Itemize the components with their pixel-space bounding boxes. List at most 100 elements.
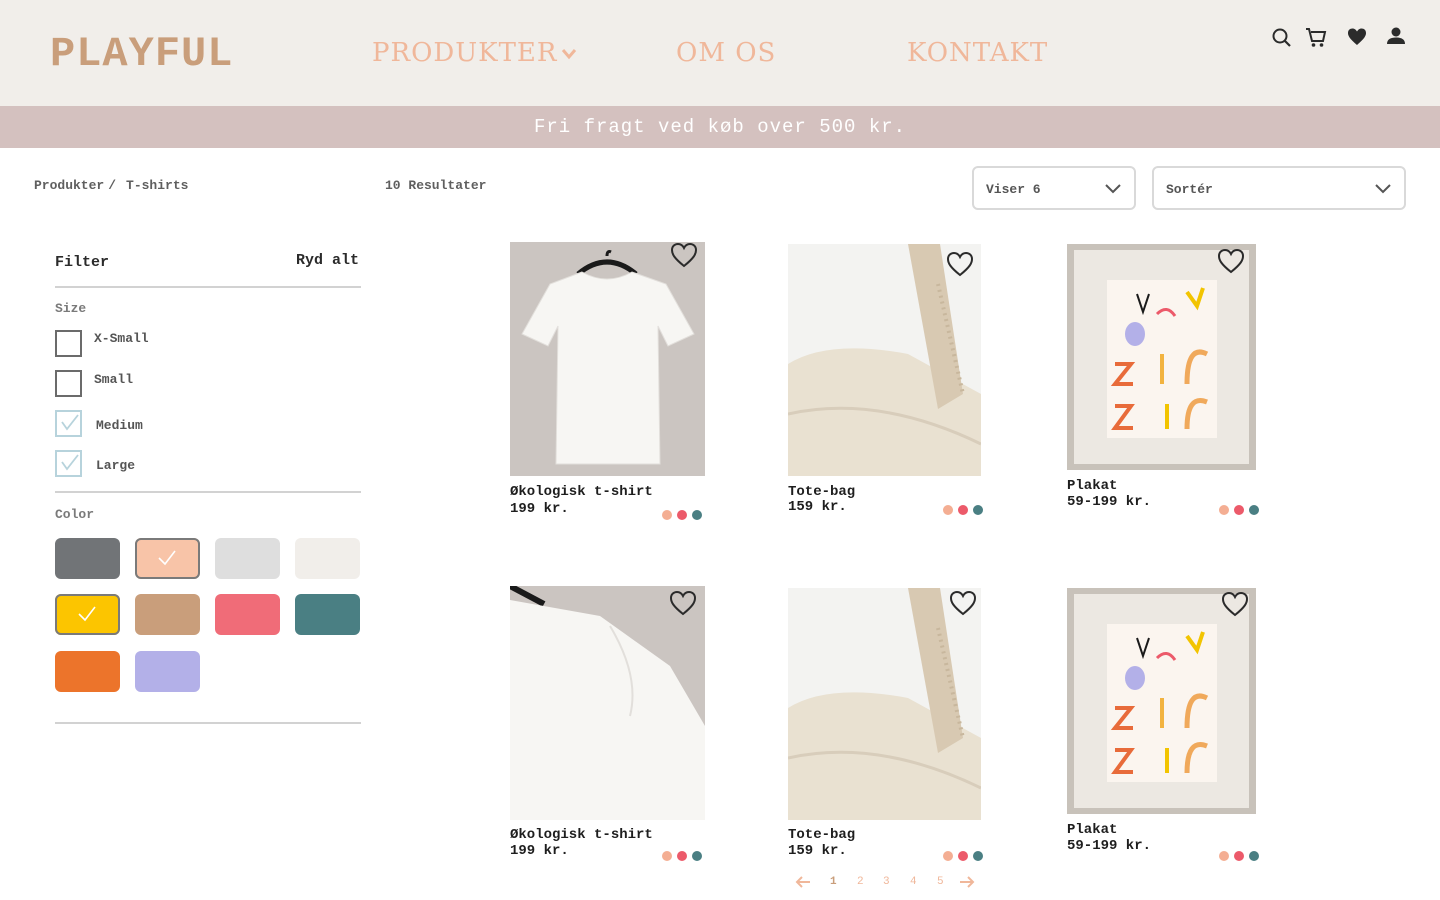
color-swatch-peach[interactable]	[135, 538, 200, 579]
page-5[interactable]: 5	[937, 876, 944, 888]
product-price: 199 kr.	[510, 501, 569, 517]
color-swatch-grey[interactable]	[55, 538, 120, 579]
color-dot	[1249, 851, 1259, 861]
size-checkbox-large[interactable]	[55, 450, 82, 477]
favorite-heart-icon[interactable]	[948, 589, 978, 617]
size-section-title: Size	[55, 301, 87, 316]
color-options	[662, 851, 702, 861]
product-name[interactable]: Tote-bag	[788, 484, 855, 500]
color-options	[943, 851, 983, 861]
size-checkbox-medium[interactable]	[55, 410, 82, 437]
chevron-down-icon	[1375, 184, 1391, 194]
divider	[55, 722, 361, 724]
color-swatch-pink[interactable]	[215, 594, 280, 635]
favorite-heart-icon[interactable]	[1220, 590, 1250, 618]
product-image-totebag[interactable]	[788, 244, 981, 476]
divider	[55, 491, 361, 493]
product-image-poster[interactable]	[1067, 244, 1256, 470]
product-price: 159 kr.	[788, 843, 847, 859]
size-checkbox-xsmall[interactable]	[55, 330, 82, 357]
color-options	[1219, 505, 1259, 515]
color-section-title: Color	[55, 507, 95, 522]
product-price: 199 kr.	[510, 843, 569, 859]
product-price: 59-199 kr.	[1067, 494, 1152, 510]
arrow-right-icon[interactable]	[958, 875, 976, 889]
color-dot	[662, 851, 672, 861]
size-label-large: Large	[96, 458, 136, 473]
breadcrumb-separator: /	[108, 178, 117, 193]
color-dot	[692, 510, 702, 520]
totebag-illustration	[788, 244, 981, 476]
clear-all-button[interactable]: Ryd alt	[296, 252, 359, 269]
product-name[interactable]: Plakat	[1067, 478, 1117, 494]
color-dot	[677, 510, 687, 520]
user-icon[interactable]	[1385, 26, 1407, 48]
color-swatch-yellow[interactable]	[55, 594, 120, 635]
nav-products[interactable]: PRODUKTER	[372, 38, 577, 68]
product-price: 59-199 kr.	[1067, 838, 1152, 854]
nav-contact[interactable]: KONTAKT	[907, 38, 1048, 68]
color-swatch-teal[interactable]	[295, 594, 360, 635]
brand-logo[interactable]: PLAYFUL	[50, 30, 233, 78]
poster-illustration	[1067, 588, 1256, 814]
page-1[interactable]: 1	[830, 876, 837, 888]
favorite-heart-icon[interactable]	[945, 250, 975, 278]
checkmark-icon	[61, 454, 79, 471]
filter-title: Filter	[55, 254, 110, 271]
arrow-left-icon[interactable]	[794, 875, 812, 889]
breadcrumb-root[interactable]: Produkter	[34, 178, 104, 193]
show-count-value: Viser 6	[986, 182, 1041, 197]
color-swatch-orange[interactable]	[55, 651, 120, 692]
color-options	[943, 505, 983, 515]
product-name[interactable]: Økologisk t-shirt	[510, 827, 653, 843]
nav-products-label: PRODUKTER	[372, 38, 558, 68]
color-swatch-lavender[interactable]	[135, 651, 200, 692]
color-dot	[662, 510, 672, 520]
heart-icon[interactable]	[1346, 26, 1368, 48]
favorite-heart-icon[interactable]	[1216, 247, 1246, 275]
color-dot	[973, 851, 983, 861]
favorite-heart-icon[interactable]	[668, 589, 698, 617]
checkmark-icon	[158, 550, 176, 566]
shipping-banner: Fri fragt ved køb over 500 kr.	[0, 106, 1440, 148]
results-count: 10 Resultater	[385, 178, 487, 193]
page-4[interactable]: 4	[910, 876, 917, 888]
color-swatch-off-white[interactable]	[295, 538, 360, 579]
sort-select[interactable]: Sortér	[1152, 166, 1406, 210]
color-options	[662, 510, 702, 520]
checkmark-icon	[61, 414, 79, 431]
divider	[55, 286, 361, 288]
color-dot	[692, 851, 702, 861]
breadcrumb-current: T-shirts	[126, 178, 189, 193]
color-dot	[1219, 505, 1229, 515]
nav-about[interactable]: OM OS	[676, 38, 776, 68]
product-name[interactable]: Tote-bag	[788, 827, 855, 843]
cart-icon[interactable]	[1305, 26, 1327, 48]
color-dot	[1219, 851, 1229, 861]
product-image-tshirt[interactable]	[510, 242, 705, 476]
tshirt-illustration	[510, 586, 705, 820]
color-dot	[958, 505, 968, 515]
totebag-illustration	[788, 588, 981, 820]
product-name[interactable]: Økologisk t-shirt	[510, 484, 653, 500]
product-image-totebag[interactable]	[788, 588, 981, 820]
chevron-down-icon	[562, 49, 577, 60]
search-icon[interactable]	[1270, 26, 1292, 48]
color-dot	[1249, 505, 1259, 515]
size-checkbox-small[interactable]	[55, 370, 82, 397]
checkmark-icon	[78, 606, 96, 622]
product-image-tshirt[interactable]	[510, 586, 705, 820]
color-swatch-light-grey[interactable]	[215, 538, 280, 579]
page-2[interactable]: 2	[857, 876, 864, 888]
favorite-heart-icon[interactable]	[669, 241, 699, 269]
product-image-poster[interactable]	[1067, 588, 1256, 814]
color-dot	[943, 851, 953, 861]
show-count-select[interactable]: Viser 6	[972, 166, 1136, 210]
color-dot	[973, 505, 983, 515]
page-3[interactable]: 3	[883, 876, 890, 888]
color-swatch-tan[interactable]	[135, 594, 200, 635]
color-dot	[1234, 851, 1244, 861]
tshirt-illustration	[510, 242, 705, 476]
product-name[interactable]: Plakat	[1067, 822, 1117, 838]
shipping-banner-text: Fri fragt ved køb over 500 kr.	[533, 116, 907, 138]
